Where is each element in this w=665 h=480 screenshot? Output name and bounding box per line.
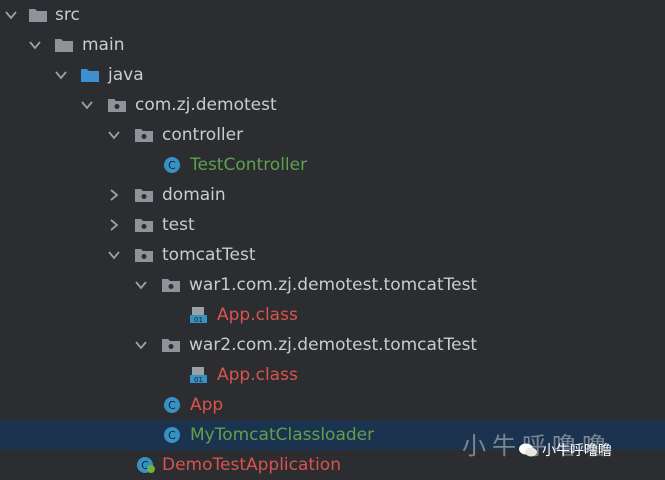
tree-row-main[interactable]: main [0, 30, 665, 60]
tree-label: main [82, 35, 125, 55]
tree-label: war1.com.zj.demotest.tomcatTest [189, 275, 478, 295]
package-icon [135, 219, 153, 232]
tree-row-war1-package[interactable]: war1.com.zj.demotest.tomcatTest [0, 270, 665, 300]
tree-row-war2-app-class[interactable]: 01 App.class [0, 360, 665, 390]
tree-row-java[interactable]: java [0, 60, 665, 90]
tree-label: App.class [217, 365, 298, 385]
tree-row-src[interactable]: src [0, 0, 665, 30]
tree-label: App [190, 395, 224, 415]
tree-row-testcontroller[interactable]: C TestController [0, 150, 665, 180]
tree-label: DemoTestApplication [162, 455, 341, 475]
package-icon [162, 339, 180, 352]
chevron-down-icon[interactable] [28, 38, 42, 52]
spring-boot-class-icon: C [137, 457, 155, 473]
svg-text:01: 01 [194, 376, 203, 384]
tree-row-war1-app-class[interactable]: 01 App.class [0, 300, 665, 330]
tree-row-app[interactable]: C App [0, 390, 665, 420]
tree-row-controller[interactable]: controller [0, 120, 665, 150]
tree-label: war2.com.zj.demotest.tomcatTest [189, 335, 478, 355]
project-tree: src main java com.zj.demotest controller… [0, 0, 665, 480]
chevron-down-icon[interactable] [107, 128, 121, 142]
svg-text:01: 01 [194, 316, 203, 324]
chevron-down-icon[interactable] [134, 278, 148, 292]
tree-row-domain[interactable]: domain [0, 180, 665, 210]
tree-label: controller [162, 125, 244, 145]
tree-label: test [162, 215, 195, 235]
class-file-icon: 01 [190, 307, 207, 324]
class-file-icon: 01 [190, 367, 207, 384]
chevron-down-icon[interactable] [80, 98, 94, 112]
tree-row-test[interactable]: test [0, 210, 665, 240]
tree-label: src [55, 5, 80, 25]
chevron-down-icon[interactable] [54, 68, 68, 82]
tree-label: App.class [217, 305, 298, 325]
chevron-right-icon[interactable] [107, 188, 121, 202]
class-icon: C [164, 157, 180, 173]
svg-text:C: C [168, 429, 176, 442]
class-icon: C [164, 397, 180, 413]
source-folder-icon [81, 69, 99, 82]
watermark-overlay-text: 小牛呼噜噜 [542, 443, 612, 459]
chevron-down-icon[interactable] [134, 338, 148, 352]
chevron-down-icon[interactable] [107, 248, 121, 262]
folder-icon [55, 39, 73, 52]
folder-icon [29, 9, 47, 22]
tree-label: tomcatTest [162, 245, 256, 265]
chevron-right-icon[interactable] [107, 218, 121, 232]
tree-label: com.zj.demotest [135, 95, 277, 115]
chevron-down-icon[interactable] [4, 8, 18, 22]
tree-row-com-zj-demotest[interactable]: com.zj.demotest [0, 90, 665, 120]
package-icon [162, 279, 180, 292]
svg-text:C: C [168, 159, 176, 172]
wechat-icon [519, 443, 537, 457]
tree-label: domain [162, 185, 226, 205]
tree-row-tomcattest[interactable]: tomcatTest [0, 240, 665, 270]
tree-row-war2-package[interactable]: war2.com.zj.demotest.tomcatTest [0, 330, 665, 360]
package-icon [135, 189, 153, 202]
tree-label: java [108, 65, 144, 85]
package-icon [135, 249, 153, 262]
tree-label: MyTomcatClassloader [190, 425, 375, 445]
tree-label: TestController [190, 155, 308, 175]
class-icon: C [164, 427, 180, 443]
package-icon [108, 99, 126, 112]
package-icon [135, 129, 153, 142]
svg-text:C: C [168, 399, 176, 412]
